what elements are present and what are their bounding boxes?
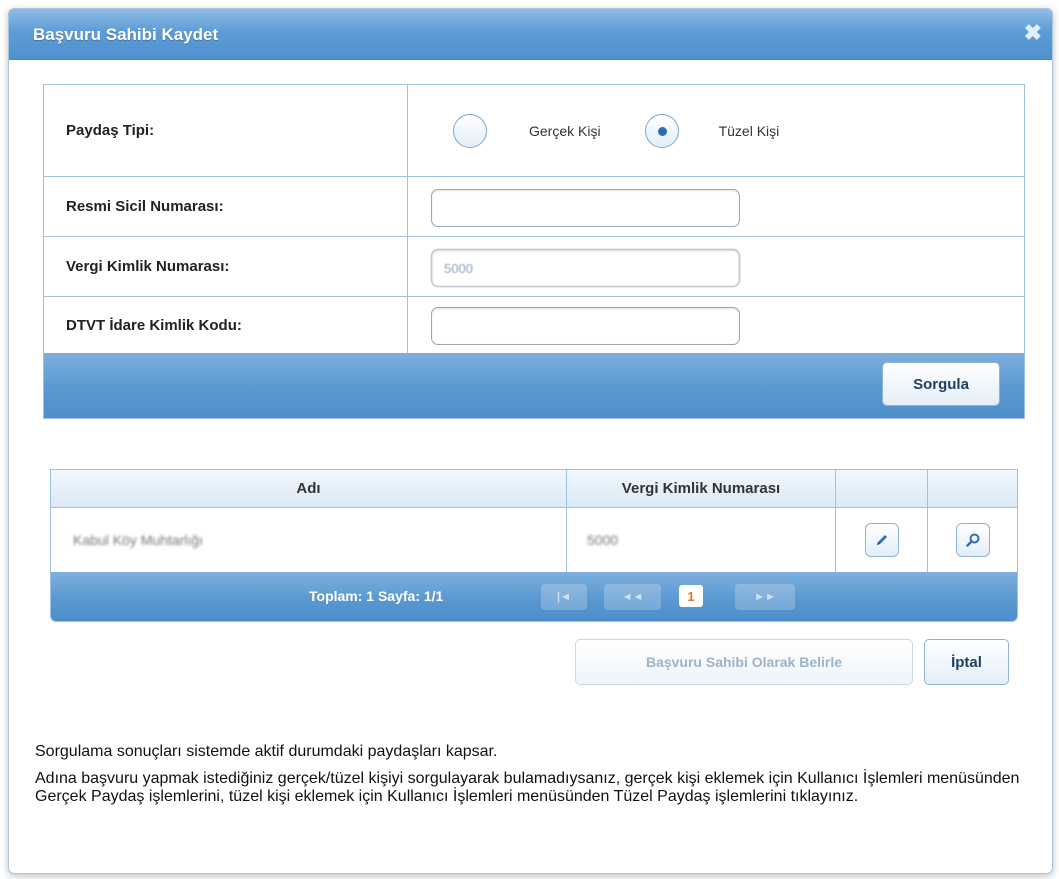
info-notes: Sorgulama sonuçları sistemde aktif durum… — [35, 743, 1035, 815]
column-header-name[interactable]: Adı — [51, 470, 567, 507]
party-type-radio-group: Gerçek Kişi Tüzel Kişi — [453, 114, 779, 148]
previous-page-button[interactable]: ◄◄ — [604, 584, 661, 610]
dialog: Başvuru Sahibi Kaydet ✖ Paydaş Tipi: Ger… — [8, 8, 1053, 874]
row-name-cell: Kabul Köy Muhtarlığı — [51, 508, 567, 572]
row-name: Kabul Köy Muhtarlığı — [73, 532, 203, 548]
results-grid: Adı Vergi Kimlik Numarası Kabul Köy Muht… — [50, 469, 1018, 622]
row-edit-cell — [836, 508, 928, 572]
edit-pencil-icon — [876, 535, 887, 545]
pager: Toplam: 1 Sayfa: 1/1 |◄ ◄◄ 1 ►► — [51, 572, 1017, 621]
info-note-scope: Sorgulama sonuçları sistemde aktif durum… — [35, 743, 498, 760]
grid-header: Adı Vergi Kimlik Numarası — [51, 470, 1017, 508]
tax-id-label: Vergi Kimlik Numarası: — [44, 237, 408, 296]
column-header-edit — [836, 470, 928, 507]
search-magnifier-icon — [965, 533, 979, 547]
radio-real-person-label: Gerçek Kişi — [529, 123, 601, 139]
row-tax-id-cell: 5000 — [567, 508, 836, 572]
first-page-button[interactable]: |◄ — [541, 584, 587, 610]
party-type-label: Paydaş Tipi: — [44, 85, 408, 176]
current-page-number[interactable]: 1 — [679, 585, 703, 607]
close-icon[interactable]: ✖ — [1024, 22, 1042, 44]
registry-number-input[interactable] — [431, 189, 740, 227]
next-page-button[interactable]: ►► — [735, 584, 795, 610]
dialog-title: Başvuru Sahibi Kaydet — [33, 25, 219, 44]
tax-id-row: Vergi Kimlik Numarası: — [44, 237, 1024, 297]
search-form: Paydaş Tipi: Gerçek Kişi Tüzel Kişi Resm… — [43, 84, 1025, 419]
registry-label: Resmi Sicil Numarası: — [44, 177, 408, 236]
party-type-row: Paydaş Tipi: Gerçek Kişi Tüzel Kişi — [44, 85, 1024, 177]
column-header-tax-id[interactable]: Vergi Kimlik Numarası — [567, 470, 836, 507]
radio-legal-entity[interactable] — [644, 114, 679, 148]
table-row[interactable]: Kabul Köy Muhtarlığı 5000 — [51, 508, 1017, 572]
radio-legal-entity-label: Tüzel Kişi — [718, 123, 780, 139]
info-note-instructions: Adına başvuru yapmak istediğiniz gerçek/… — [35, 770, 1020, 805]
dialog-titlebar: Başvuru Sahibi Kaydet ✖ — [9, 9, 1052, 60]
column-header-view — [928, 470, 1017, 507]
set-applicant-button[interactable]: Başvuru Sahibi Olarak Belirle — [575, 639, 913, 685]
dtvt-code-input[interactable] — [431, 307, 740, 345]
cancel-button[interactable]: İptal — [924, 639, 1009, 685]
registry-row: Resmi Sicil Numarası: — [44, 177, 1024, 237]
form-footer: Sorgula — [44, 353, 1024, 418]
dtvt-row: DTVT İdare Kimlik Kodu: — [44, 297, 1024, 354]
query-button[interactable]: Sorgula — [882, 362, 1000, 406]
row-tax-id: 5000 — [587, 532, 619, 548]
row-view-cell — [928, 508, 1017, 572]
view-detail-button[interactable] — [955, 523, 990, 557]
edit-button[interactable] — [864, 523, 899, 557]
dtvt-label: DTVT İdare Kimlik Kodu: — [44, 297, 408, 354]
pager-summary: Toplam: 1 Sayfa: 1/1 — [309, 588, 444, 604]
tax-id-input[interactable] — [431, 249, 740, 287]
radio-real-person[interactable] — [453, 114, 487, 148]
